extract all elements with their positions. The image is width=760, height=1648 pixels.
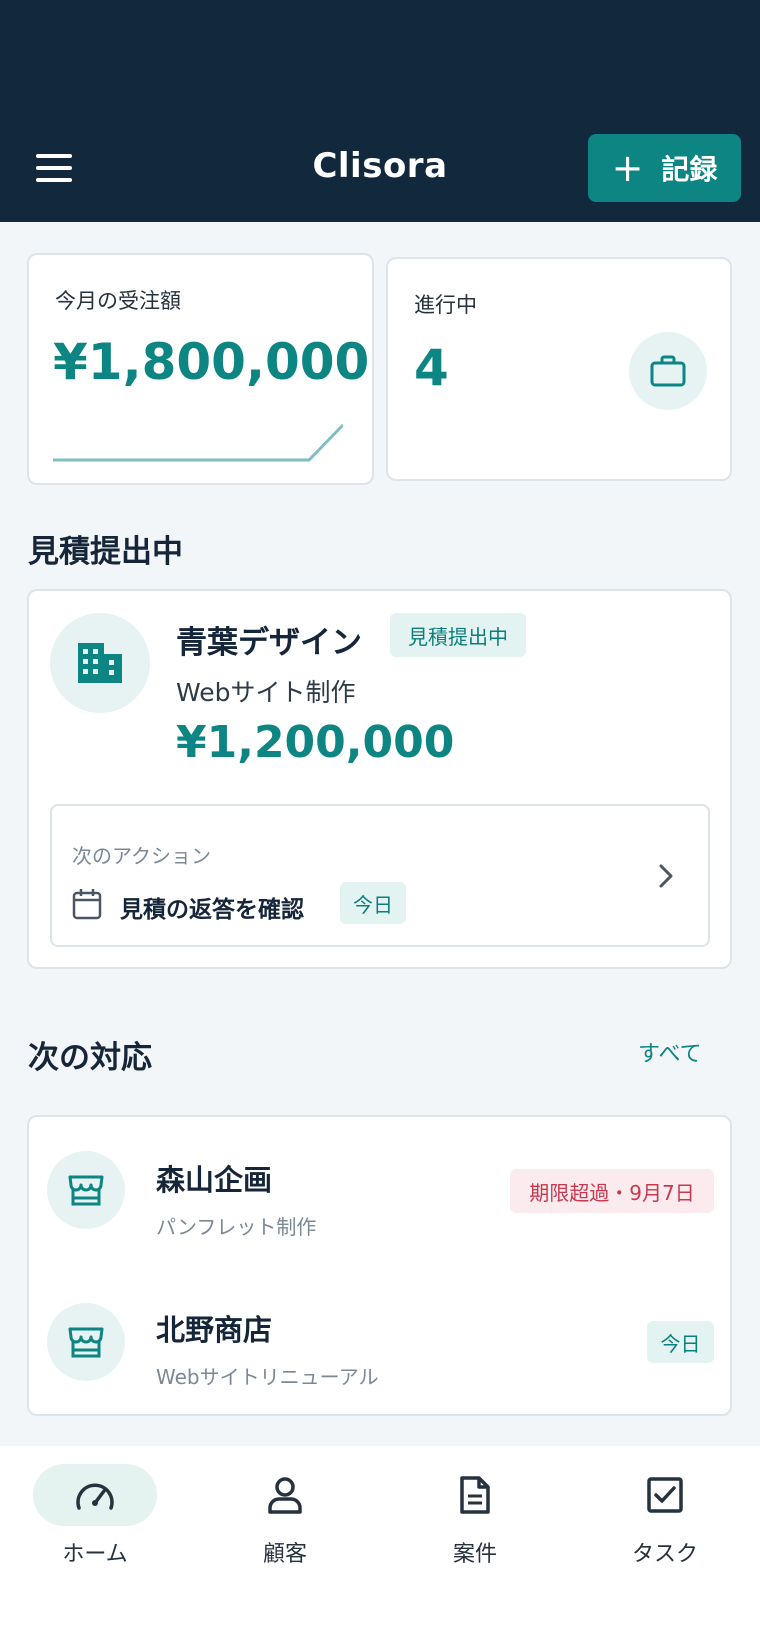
see-all-link[interactable]: すべて <box>638 1036 702 1068</box>
list-item[interactable]: 北野商店 Webサイトリニューアル 今日 <box>29 1267 730 1415</box>
quote-card[interactable]: 青葉デザイン 見積提出中 Webサイト制作 ¥1,200,000 次のアクション… <box>27 589 732 969</box>
app-header: Clisora + 記録 <box>0 0 760 222</box>
sparkline-trend <box>53 423 343 462</box>
quote-amount: ¥1,200,000 <box>176 717 455 768</box>
overdue-badge: 期限超過・9月7日 <box>510 1169 714 1213</box>
store-icon <box>47 1151 125 1229</box>
person-icon <box>223 1464 347 1526</box>
list-item-name: 森山企画 <box>156 1163 273 1197</box>
in-progress-value: 4 <box>414 339 449 397</box>
next-section-title: 次の対応 <box>28 1040 152 1076</box>
calendar-icon <box>72 889 102 920</box>
speedometer-icon <box>33 1464 157 1526</box>
nav-projects[interactable]: 案件 <box>380 1464 570 1574</box>
document-icon <box>413 1464 537 1526</box>
nav-customers[interactable]: 顧客 <box>190 1464 380 1574</box>
next-action-due-badge: 今日 <box>340 882 406 924</box>
nav-home[interactable]: ホーム <box>0 1464 190 1574</box>
plus-icon: + <box>611 146 644 190</box>
briefcase-icon <box>629 332 707 410</box>
nav-tasks-label: タスク <box>631 1542 698 1567</box>
nav-tasks[interactable]: タスク <box>570 1464 760 1574</box>
chevron-right-icon[interactable] <box>656 862 676 890</box>
monthly-orders-card[interactable]: 今月の受注額 ¥1,800,000 <box>27 253 374 485</box>
in-progress-card[interactable]: 進行中 4 <box>386 257 732 481</box>
due-today-badge: 今日 <box>647 1321 714 1363</box>
list-item-project: パンフレット制作 <box>156 1215 317 1239</box>
store-icon <box>47 1303 125 1381</box>
list-item-name: 北野商店 <box>156 1313 273 1347</box>
bottom-nav: ホーム 顧客 案件 タスク <box>0 1446 760 1648</box>
list-item-project: Webサイトリニューアル <box>156 1365 379 1389</box>
monthly-orders-value: ¥1,800,000 <box>53 333 370 391</box>
next-action-text: 見積の返答を確認 <box>120 897 304 923</box>
quote-section-title: 見積提出中 <box>28 534 183 570</box>
nav-home-label: ホーム <box>62 1542 128 1567</box>
quote-client-name: 青葉デザイン <box>176 625 362 661</box>
next-action-label: 次のアクション <box>72 844 211 868</box>
nav-projects-label: 案件 <box>452 1542 497 1567</box>
next-action-box[interactable]: 次のアクション 見積の返答を確認 今日 <box>50 804 710 947</box>
monthly-orders-label: 今月の受注額 <box>55 289 181 313</box>
quote-project-name: Webサイト制作 <box>176 678 356 707</box>
record-button[interactable]: + 記録 <box>588 134 741 202</box>
list-item[interactable]: 森山企画 パンフレット制作 期限超過・9月7日 <box>29 1117 730 1265</box>
building-icon <box>50 613 150 713</box>
in-progress-label: 進行中 <box>414 293 477 317</box>
nav-customers-label: 顧客 <box>262 1542 307 1567</box>
record-button-label: 記録 <box>661 153 718 186</box>
checkbox-icon <box>603 1464 727 1526</box>
next-actions-list: 森山企画 パンフレット制作 期限超過・9月7日 北野商店 Webサイトリニューア… <box>27 1115 732 1416</box>
quote-status-badge: 見積提出中 <box>390 613 526 657</box>
